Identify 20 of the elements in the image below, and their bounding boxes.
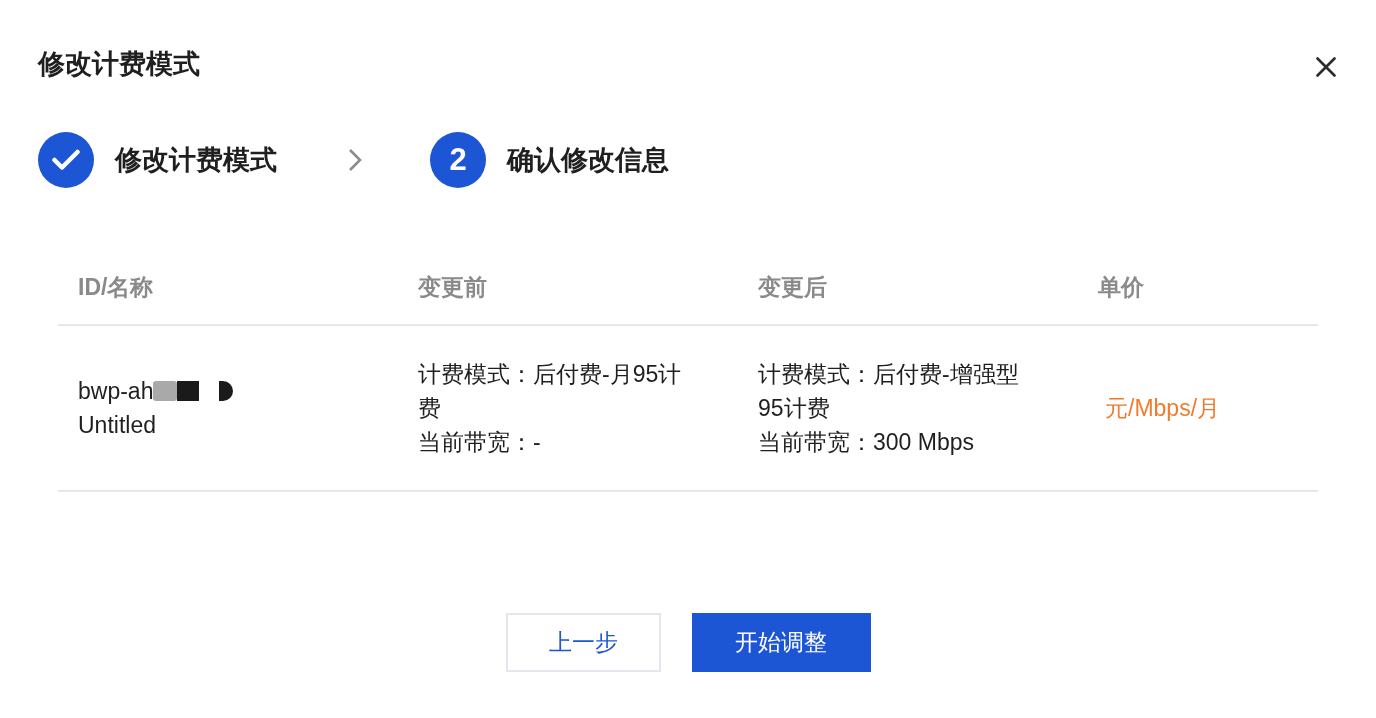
step-label: 确认修改信息: [507, 144, 669, 177]
step-label: 修改计费模式: [115, 144, 277, 177]
column-header: 变更前: [417, 272, 488, 302]
cell-text: 当前带宽：300 Mbps: [758, 428, 975, 457]
chevron-right-icon: [348, 148, 362, 172]
start-adjust-button[interactable]: 开始调整: [691, 613, 871, 672]
column-header: ID/名称: [77, 272, 155, 302]
cell-text: 计费模式：后付费-月95计费: [418, 360, 683, 423]
check-icon: [52, 149, 80, 171]
unit-price: 元/Mbps/月: [1105, 394, 1222, 423]
step-number-circle: 2: [430, 132, 486, 188]
resource-id: bwp-ah: [78, 377, 154, 406]
cell-text: 计费模式：后付费-增强型95计费: [758, 360, 1020, 423]
cell-text: 当前带宽：-: [418, 428, 542, 457]
close-icon[interactable]: [1316, 57, 1336, 77]
column-header: 变更后: [757, 272, 828, 302]
previous-step-button[interactable]: 上一步: [505, 613, 661, 672]
dialog-title: 修改计费模式: [38, 48, 200, 81]
resource-name: Untitled: [78, 411, 157, 440]
column-header: 单价: [1097, 272, 1145, 302]
